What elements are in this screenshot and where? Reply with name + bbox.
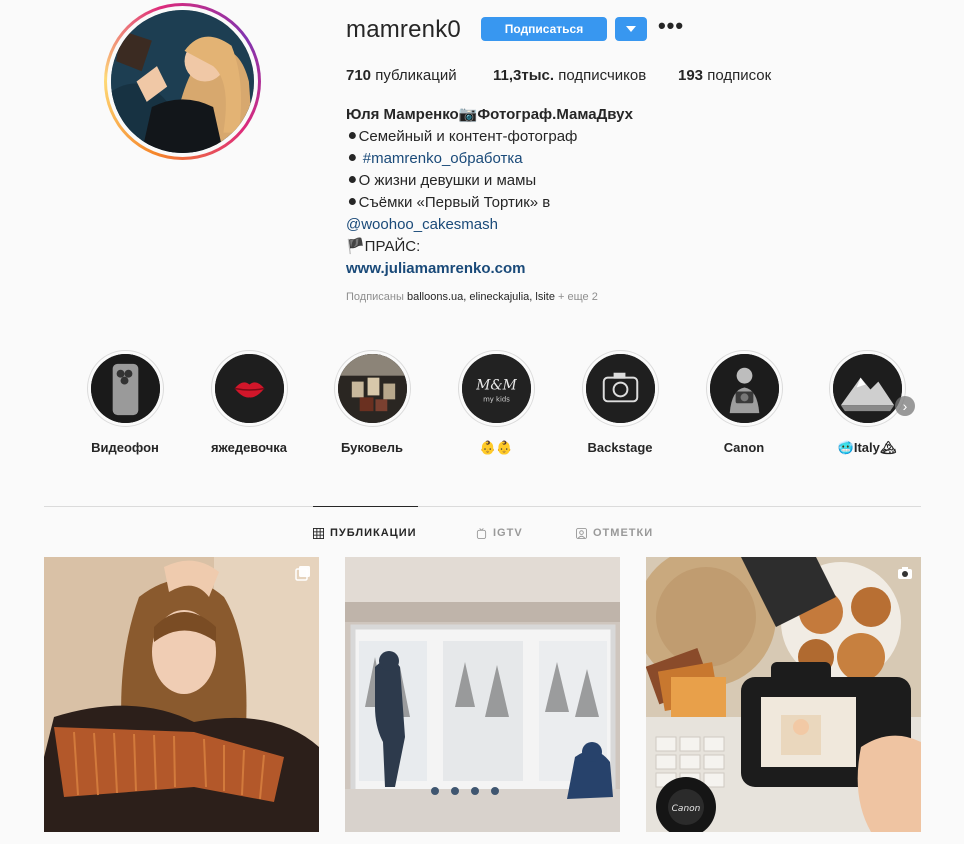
- tabs-divider: [44, 506, 921, 507]
- tagged-icon: [576, 527, 587, 539]
- grid-icon: [313, 527, 324, 539]
- camera-icon: [898, 567, 912, 579]
- bio-line: ⚫О жизни девушки и мамы: [346, 172, 537, 189]
- profile-avatar[interactable]: [104, 3, 261, 160]
- post-image: [44, 557, 319, 832]
- highlights-next-button[interactable]: ›: [895, 396, 915, 416]
- ellipsis-icon: •••: [657, 13, 685, 38]
- post-woman-fringe-jacket[interactable]: [44, 557, 319, 832]
- website-link[interactable]: www.juliamamrenko.com: [346, 258, 846, 280]
- highlight-label: яжедевочка: [210, 440, 288, 455]
- monogram-icon: M&M my kids: [461, 354, 531, 423]
- suggested-dropdown-button[interactable]: [615, 17, 647, 41]
- lips-icon: [214, 354, 284, 423]
- tab-posts[interactable]: ПУБЛИКАЦИИ: [313, 527, 417, 539]
- igtv-icon: [476, 527, 487, 539]
- username: mamrenk0: [346, 16, 461, 43]
- mountain-icon: [832, 354, 902, 423]
- highlight-videofon[interactable]: Видеофон: [80, 350, 170, 455]
- highlight-canon[interactable]: Canon: [699, 350, 789, 455]
- bio-line: ⚫ #mamrenko_обработка: [346, 150, 523, 167]
- highlight-kids[interactable]: M&M my kids 👶👶: [451, 350, 541, 456]
- post-camera-cookies[interactable]: Canon: [646, 557, 921, 832]
- photographer-icon: [709, 354, 779, 423]
- profile-bio: Юля Мамренко📷Фотограф.МамаДвух ⚫Семейный…: [346, 104, 846, 280]
- cups-icon: [337, 354, 407, 423]
- posts-count-stat: 710 публикаций: [346, 67, 457, 84]
- tab-igtv[interactable]: IGTV: [476, 527, 523, 539]
- post-image: [345, 557, 620, 832]
- more-options-button[interactable]: •••: [655, 14, 687, 42]
- following-stat[interactable]: 193 подписок: [678, 67, 771, 84]
- carousel-icon: [295, 566, 310, 581]
- active-tab-indicator: [313, 506, 418, 507]
- tab-tagged[interactable]: ОТМЕТКИ: [576, 527, 653, 539]
- highlight-yazhedevochka[interactable]: яжедевочка: [204, 350, 294, 455]
- highlight-label: 🥶Italy🏔: [837, 440, 897, 455]
- highlight-bukovel[interactable]: Буковель: [327, 350, 417, 455]
- highlight-label: Буковель: [341, 440, 403, 455]
- bio-line: ⚫Семейный и контент-фотограф: [346, 128, 578, 145]
- phone-icon: [90, 354, 160, 423]
- mention-link[interactable]: @woohoo_cakesmash: [346, 214, 846, 236]
- avatar-photo: [111, 10, 254, 153]
- svg-text:my kids: my kids: [483, 395, 510, 403]
- post-kids-window-snow[interactable]: [345, 557, 620, 832]
- full-name: Юля Мамренко📷Фотограф.МамаДвух: [346, 106, 633, 123]
- highlight-label: Backstage: [587, 440, 653, 455]
- post-image: Canon: [646, 557, 921, 832]
- highlight-label: 👶👶: [479, 440, 513, 455]
- chevron-right-icon: ›: [902, 398, 908, 414]
- svg-text:Canon: Canon: [672, 804, 701, 814]
- hashtag-link[interactable]: #mamrenko_обработка: [363, 150, 523, 167]
- highlight-backstage[interactable]: Backstage: [575, 350, 665, 455]
- highlight-label: Canon: [723, 440, 765, 455]
- svg-text:M&M: M&M: [475, 377, 517, 393]
- bio-line: 🏴ПРАЙС:: [346, 238, 421, 255]
- followed-by-names: balloons.ua, elineckajulia, lsite: [406, 291, 555, 303]
- chevron-down-icon: [626, 26, 636, 32]
- follow-button[interactable]: Подписаться: [481, 17, 607, 41]
- camera-icon: [585, 354, 655, 423]
- bio-line: ⚫Съёмки «Первый Тортик» в: [346, 194, 551, 211]
- followed-by-more: + еще 2: [558, 291, 598, 303]
- followers-stat[interactable]: 11,3тыс. подписчиков: [493, 67, 646, 84]
- highlight-label: Видеофон: [91, 440, 159, 455]
- followed-by[interactable]: Подписаны balloons.ua, elineckajulia, ls…: [346, 291, 598, 303]
